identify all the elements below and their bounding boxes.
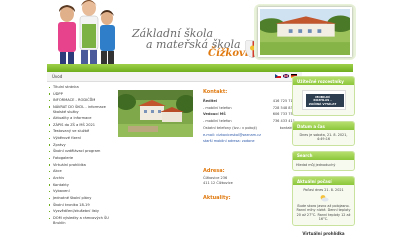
menu-item[interactable]: INFORMACE - RODIČŮM <box>47 97 113 104</box>
weather-date: Počasí dnes 21. 8. 2021 <box>303 188 344 193</box>
contact-section: Kontakt: Ředitel 416 725 711 - mobilní t… <box>203 89 295 144</box>
menu-item[interactable]: Školní vzdělávací program <box>47 148 113 155</box>
date-time-box: Datum a čas Dnes je sobota, 21. 8. 2021,… <box>292 121 355 146</box>
virtual-tour-title[interactable]: Virtuální prohlídka <box>292 231 355 236</box>
czech-flag-icon[interactable] <box>275 74 281 78</box>
school-building-photo <box>258 7 352 57</box>
menu-item[interactable]: ZÁPIS do ZŠ a MŠ 2021 <box>47 122 113 129</box>
school-aerial-photo <box>118 90 193 137</box>
menu-item[interactable]: Zprávy <box>47 142 113 149</box>
search-box: Search Hledat můj jednoduchý <box>292 150 355 172</box>
english-flag-icon[interactable] <box>283 74 289 78</box>
news-heading: Aktuality: <box>203 195 231 201</box>
menu-item[interactable]: Testovaný ve službě <box>47 128 113 135</box>
useful-links-title: Užitečné rozcestníky <box>293 77 354 85</box>
contact-label: - mobilní telefon <box>203 119 232 124</box>
weather-box: Aktuální počasí Počasí dnes 21. 8. 2021 … <box>292 176 355 226</box>
mobile-broadcast-banner[interactable]: MOBILNÍ ROZHLAS - ZAČÍNÁ VYSÍLAT <box>301 90 346 110</box>
menu-item[interactable]: Titulní stránka <box>47 84 113 91</box>
menu-item[interactable]: Akce <box>47 168 113 175</box>
contact-label: Ředitel <box>203 99 218 103</box>
contact-label: - mobilní telefon <box>203 105 232 110</box>
menu-item[interactable]: Kontakty <box>47 182 113 189</box>
contact-row: Ředitel 416 725 711 <box>203 98 295 105</box>
useful-links-box: Užitečné rozcestníky MOBILNÍ ROZHLAS - Z… <box>292 76 355 116</box>
contact-row: - mobilní telefon 728 548 836 <box>203 105 295 112</box>
contact-row: Ostatní telefony (tzv.: v pokoji) kontak… <box>203 125 295 132</box>
children-illustration <box>58 0 115 64</box>
menu-item[interactable]: Jednotné školní plány <box>47 195 113 202</box>
contact-row: Vedoucí MŠ 606 733 753 <box>203 111 295 118</box>
search-input[interactable]: Hledat můj jednoduchý <box>293 160 354 170</box>
menu-item[interactable]: Fotogalerie <box>47 155 113 162</box>
menu-item[interactable]: Aktuality a informace <box>47 115 113 122</box>
address-heading: Adresa: <box>203 168 225 174</box>
contact-heading: Kontakt: <box>203 89 228 95</box>
navigation-bar <box>47 64 353 72</box>
menu-item[interactable]: Vybavení <box>47 188 113 195</box>
main-menu: Titulní stránka ÚDPP INFORMACE - RODIČŮM… <box>47 82 113 250</box>
menu-item[interactable]: DOM výsledky a rámcových ŠU Bruklín <box>47 215 113 226</box>
banner-text: MOBILNÍ ROZHLAS - ZAČÍNÁ VYSÍLAT <box>308 95 337 106</box>
breadcrumb-bar: Úvod <box>47 72 302 82</box>
partly-cloudy-icon <box>320 194 329 202</box>
secondary-email-link[interactable]: starší mobilní adresa: zodone <box>203 138 295 144</box>
address-line: 411 12 Čížkovice <box>203 180 233 185</box>
search-title: Search <box>293 151 354 160</box>
weather-forecast: Bude skoro jasno až polojasno. Ranní mlh… <box>296 204 351 222</box>
menu-item[interactable]: Školní kronika 18-19 <box>47 202 113 209</box>
date-time-title: Datum a čas <box>293 122 354 130</box>
contact-label: Ostatní telefony (tzv.: v pokoji) <box>203 125 257 130</box>
menu-item[interactable]: NÁVRAT DO ŠKOL - informace školské služb… <box>47 104 113 115</box>
breadcrumb[interactable]: Úvod <box>52 74 62 79</box>
weather-title: Aktuální počasí <box>293 177 354 186</box>
sidebar: Užitečné rozcestníky MOBILNÍ ROZHLAS - Z… <box>292 76 355 236</box>
news-section: Aktuality: <box>203 195 231 201</box>
menu-item[interactable]: Virtuální prohlídka <box>47 162 113 169</box>
date-time-text: Dnes je sobota, 21. 8. 2021, 4:49:16 <box>299 133 348 142</box>
contact-row: - mobilní telefon 736 433 411 <box>203 118 295 125</box>
menu-item[interactable]: Archiv <box>47 175 113 182</box>
address-section: Adresa: Čížkovice 236 411 12 Čížkovice <box>203 168 295 185</box>
site-header: Základní škola a mateřská škola Čížkovic… <box>0 0 400 64</box>
contact-label: Vedoucí MŠ <box>203 112 226 117</box>
menu-item[interactable]: ÚDPP <box>47 91 113 98</box>
menu-item[interactable]: Vysvědčení/zkušební listy <box>47 208 113 215</box>
menu-item[interactable]: Výběrové řízení <box>47 135 113 142</box>
